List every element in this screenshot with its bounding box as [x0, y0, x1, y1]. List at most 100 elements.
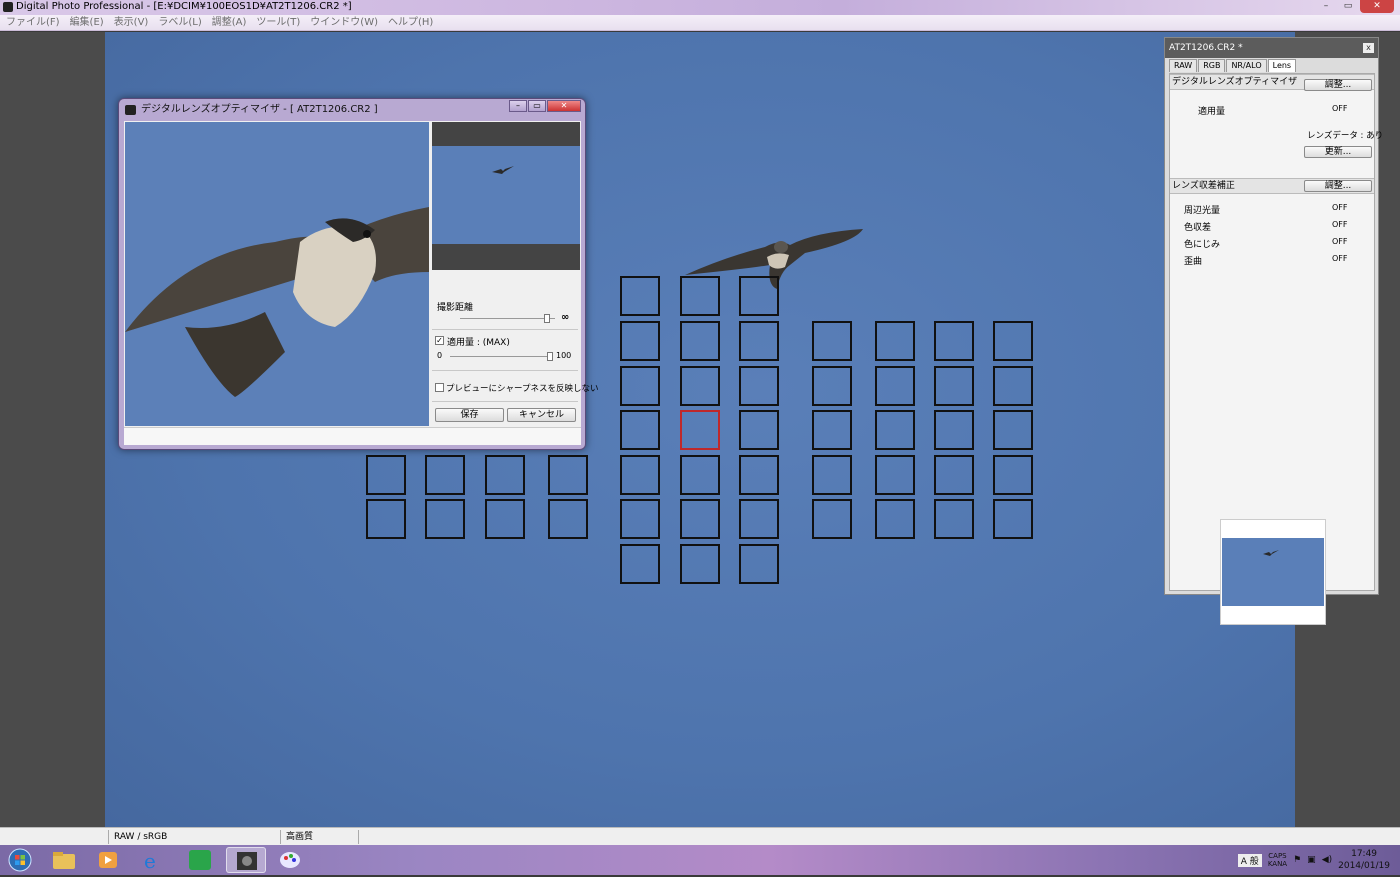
clock[interactable]: 17:49 2014/01/19: [1338, 848, 1390, 872]
apply-checkbox[interactable]: ✓: [435, 336, 444, 345]
color-space-status: RAW / sRGB: [114, 832, 168, 842]
af-point: [548, 455, 588, 495]
paint-taskbar-button[interactable]: [270, 847, 310, 873]
af-point: [875, 455, 915, 495]
dpp-taskbar-button[interactable]: [226, 847, 266, 873]
flag-icon[interactable]: ⚑: [1293, 855, 1301, 865]
dlo-maximize-button[interactable]: ▭: [528, 100, 546, 112]
divider: [432, 401, 578, 402]
clock-time: 17:49: [1351, 849, 1378, 859]
dpp-icon: [237, 852, 257, 870]
menu-label[interactable]: ラベル(L): [158, 15, 201, 30]
falcon-closeup-image: [125, 207, 429, 397]
close-button[interactable]: ✕: [1360, 0, 1394, 13]
navigator-bird-thumb: [492, 166, 514, 174]
start-button[interactable]: [2, 847, 38, 873]
thumbnail-preview[interactable]: [1220, 519, 1326, 625]
af-point: [812, 455, 852, 495]
tab-nr-alo[interactable]: NR/ALO: [1226, 59, 1267, 72]
af-point: [739, 455, 779, 495]
aberration-value: OFF: [1332, 254, 1348, 263]
aberration-label: 周辺光量: [1184, 206, 1221, 216]
apply-amount-label: 適用量: [1198, 107, 1226, 117]
app-title-bar: Digital Photo Professional - [E:¥DCIM¥10…: [0, 0, 1400, 15]
apply-slider-track[interactable]: [450, 356, 550, 357]
tool-palette-close-button[interactable]: x: [1363, 43, 1374, 53]
af-point: [934, 410, 974, 450]
af-point: [934, 321, 974, 361]
save-button[interactable]: 保存: [435, 408, 504, 422]
af-point-active: [680, 410, 720, 450]
menu-edit[interactable]: 編集(E): [70, 15, 104, 30]
clock-date: 2014/01/19: [1338, 861, 1390, 871]
dlo-preview[interactable]: [125, 122, 429, 426]
menu-tools[interactable]: ツール(T): [256, 15, 300, 30]
media-player-taskbar-button[interactable]: [88, 847, 128, 873]
af-point: [548, 499, 588, 539]
af-point: [739, 276, 779, 316]
minimize-button[interactable]: –: [1316, 0, 1336, 13]
distance-slider-track[interactable]: [460, 318, 555, 319]
af-point: [680, 455, 720, 495]
menu-bar: ファイル(F) 編集(E) 表示(V) ラベル(L) 調整(A) ツール(T) …: [0, 15, 1400, 31]
af-point: [993, 410, 1033, 450]
af-point: [366, 499, 406, 539]
windows-orb-icon: [8, 848, 32, 872]
menu-view[interactable]: 表示(V): [114, 15, 149, 30]
dlo-close-button[interactable]: ✕: [547, 100, 581, 112]
aberration-label: 歪曲: [1184, 257, 1203, 267]
folder-icon: [53, 852, 75, 869]
af-point: [739, 321, 779, 361]
explorer-taskbar-button[interactable]: [44, 847, 84, 873]
menu-help[interactable]: ヘルプ(H): [388, 15, 433, 30]
ime-indicator[interactable]: A 般: [1237, 853, 1262, 867]
distance-slider-thumb[interactable]: [544, 314, 550, 323]
af-point: [934, 455, 974, 495]
window-title: Digital Photo Professional - [E:¥DCIM¥10…: [16, 1, 352, 12]
dlo-navigator[interactable]: [432, 122, 580, 270]
thumbnail-bird: [1263, 550, 1279, 556]
update-button[interactable]: 更新...: [1304, 146, 1372, 158]
lens-tab-panel: デジタルレンズオプティマイザ 調整... 適用量 OFF レンズデータ : あり…: [1169, 73, 1383, 625]
af-point: [812, 366, 852, 406]
volume-icon[interactable]: ◀): [1322, 855, 1332, 865]
af-point: [812, 410, 852, 450]
af-point: [680, 544, 720, 584]
af-point: [680, 366, 720, 406]
hao123-icon: [189, 850, 211, 870]
af-point: [993, 455, 1033, 495]
menu-file[interactable]: ファイル(F): [6, 15, 60, 30]
aberration-adjust-button[interactable]: 調整...: [1304, 180, 1372, 192]
af-point: [485, 499, 525, 539]
sharpness-checkbox[interactable]: [435, 383, 444, 392]
af-point: [812, 321, 852, 361]
maximize-button[interactable]: ▭: [1338, 0, 1358, 13]
dlo-minimize-button[interactable]: –: [509, 100, 527, 112]
af-point: [366, 455, 406, 495]
af-point: [485, 455, 525, 495]
af-point: [620, 410, 660, 450]
tab-raw[interactable]: RAW: [1169, 59, 1198, 72]
tab-lens[interactable]: Lens: [1267, 59, 1297, 72]
dlo-adjust-button[interactable]: 調整...: [1304, 79, 1372, 91]
lens-data-status: レンズデータ : あり: [1307, 131, 1384, 141]
hao123-taskbar-button[interactable]: [180, 847, 220, 873]
cancel-button[interactable]: キャンセル: [507, 408, 576, 422]
menu-window[interactable]: ウインドウ(W): [310, 15, 378, 30]
apply-slider-thumb[interactable]: [547, 352, 553, 361]
ie-taskbar-button[interactable]: e: [132, 847, 172, 873]
af-point: [993, 366, 1033, 406]
divider: [432, 329, 578, 330]
af-point: [812, 499, 852, 539]
af-point: [620, 366, 660, 406]
af-point: [739, 410, 779, 450]
network-icon[interactable]: ▣: [1307, 855, 1316, 865]
af-point: [934, 499, 974, 539]
tool-palette-title: AT2T1206.CR2 *: [1165, 38, 1378, 58]
menu-adjust[interactable]: 調整(A): [212, 15, 247, 30]
distance-label: 撮影距離: [437, 303, 474, 313]
tab-rgb[interactable]: RGB: [1198, 59, 1226, 72]
divider: [432, 370, 578, 371]
dlo-title: デジタルレンズオプティマイザ - [ AT2T1206.CR2 ]: [141, 104, 378, 115]
af-point: [993, 321, 1033, 361]
